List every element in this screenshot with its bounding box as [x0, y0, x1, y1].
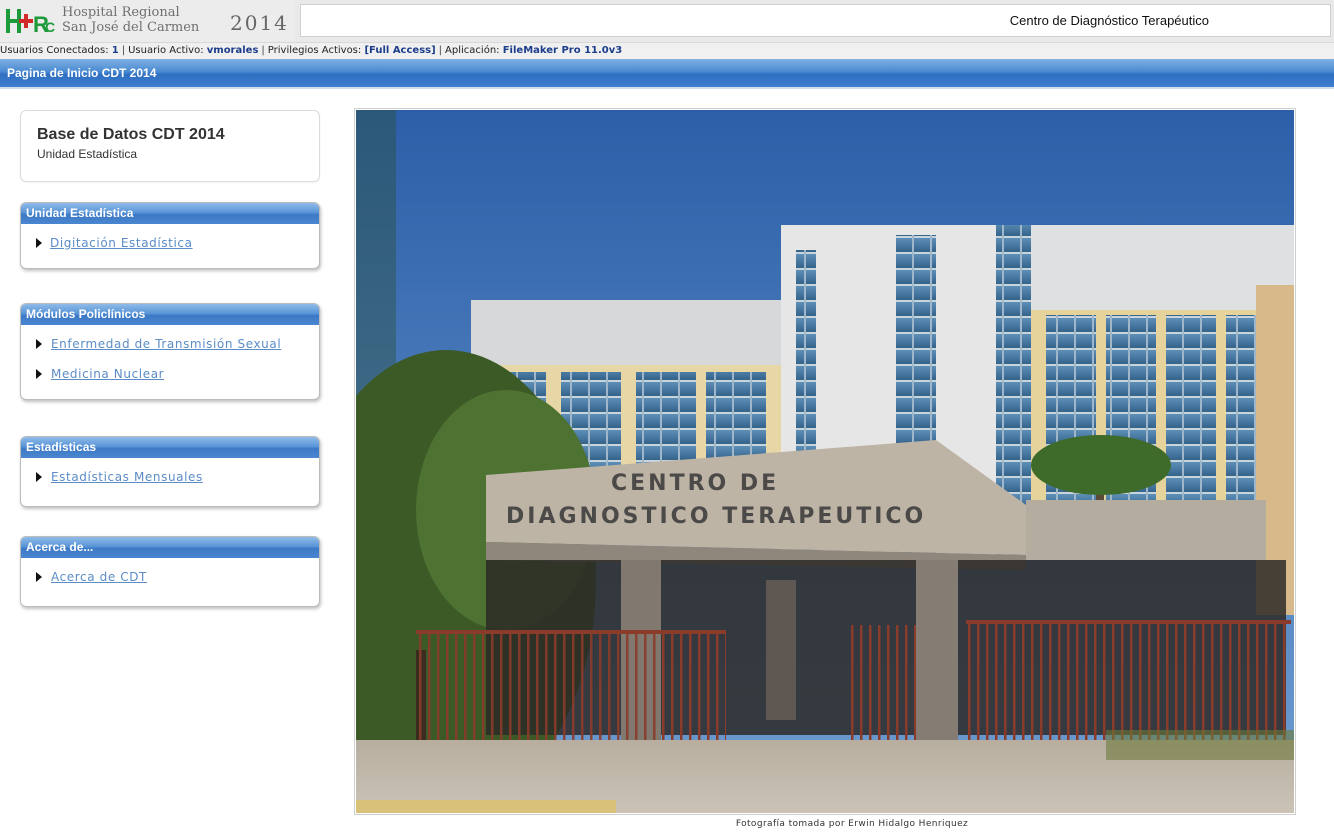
panel-header: Módulos Policlínicos	[21, 304, 319, 325]
center-title: Centro de Diagnóstico Terapéutico	[1009, 13, 1209, 28]
menu-item-estadisticas-mensuales[interactable]: Estadísticas Mensuales	[21, 464, 319, 494]
hospital-branding: R C Hospital Regional San José del Carme…	[0, 0, 295, 42]
link-medicina-nuclear[interactable]: Medicina Nuclear	[51, 367, 164, 381]
photo-caption: Fotografía tomada por Erwin Hidalgo Henr…	[735, 819, 969, 829]
menu-item-ets[interactable]: Enfermedad de Transmisión Sexual	[21, 331, 319, 361]
page-title: Pagina de Inicio CDT 2014	[7, 66, 157, 80]
bullet-arrow-icon	[36, 238, 42, 248]
panel-modulos-policlinicos: Módulos Policlínicos Enfermedad de Trans…	[20, 303, 320, 400]
database-title: Base de Datos CDT 2014	[37, 126, 225, 143]
users-connected-label: Usuarios Conectados:	[0, 45, 109, 56]
menu-item-acerca-cdt[interactable]: Acerca de CDT	[21, 564, 319, 594]
photo-sign-line2: DIAGNOSTICO TERAPEUTICO	[506, 504, 926, 529]
building-photo-frame: CENTRO DE DIAGNOSTICO TERAPEUTICO	[354, 108, 1296, 815]
privileges-label: Privilegios Activos:	[267, 45, 362, 56]
link-digitacion-estadistica[interactable]: Digitación Estadística	[50, 236, 193, 250]
page-title-bar: Pagina de Inicio CDT 2014	[0, 59, 1334, 89]
privileges-value: [Full Access]	[364, 45, 436, 56]
panel-estadisticas: Estadísticas Estadísticas Mensuales	[20, 436, 320, 507]
application-value: FileMaker Pro 11.0v3	[502, 45, 623, 56]
users-connected-value: 1	[111, 45, 119, 56]
menu-item-medicina-nuclear[interactable]: Medicina Nuclear	[21, 361, 319, 391]
application-label: Aplicación:	[445, 45, 500, 56]
hospital-name: Hospital Regional San José del Carmen	[62, 5, 199, 35]
bullet-arrow-icon	[36, 339, 42, 349]
active-user-value: vmorales	[206, 45, 259, 56]
panel-unidad-estadistica: Unidad Estadística Digitación Estadístic…	[20, 202, 320, 269]
bullet-arrow-icon	[36, 369, 42, 379]
top-header: R C Hospital Regional San José del Carme…	[0, 0, 1334, 42]
database-subtitle: Unidad Estadística	[37, 147, 138, 161]
svg-text:C: C	[45, 19, 55, 35]
menu-item-digitacion[interactable]: Digitación Estadística	[21, 230, 319, 260]
link-acerca-de-cdt[interactable]: Acerca de CDT	[51, 570, 147, 584]
hospital-name-line2: San José del Carmen	[62, 20, 200, 35]
panel-header: Estadísticas	[21, 437, 319, 458]
session-status-bar: Usuarios Conectados: 1 | Usuario Activo: v…	[0, 42, 1334, 59]
bullet-arrow-icon	[36, 572, 42, 582]
database-info-box: Base de Datos CDT 2014 Unidad Estadístic…	[20, 110, 320, 182]
link-estadisticas-mensuales[interactable]: Estadísticas Mensuales	[51, 470, 203, 484]
hospital-name-line1: Hospital Regional	[62, 5, 180, 20]
panel-acerca-de: Acerca de... Acerca de CDT	[20, 536, 320, 607]
building-photo: CENTRO DE DIAGNOSTICO TERAPEUTICO	[356, 110, 1294, 813]
hospital-logo: R C	[6, 9, 55, 36]
center-title-box: Centro de Diagnóstico Terapéutico	[300, 4, 1331, 37]
header-year: 2014	[230, 11, 289, 35]
link-enfermedad-transmision-sexual[interactable]: Enfermedad de Transmisión Sexual	[51, 337, 281, 351]
photo-sign-line1: CENTRO DE	[611, 471, 779, 496]
panel-header: Acerca de...	[21, 537, 319, 558]
panel-header: Unidad Estadística	[21, 203, 319, 224]
bullet-arrow-icon	[36, 472, 42, 482]
active-user-label: Usuario Activo:	[128, 45, 204, 56]
